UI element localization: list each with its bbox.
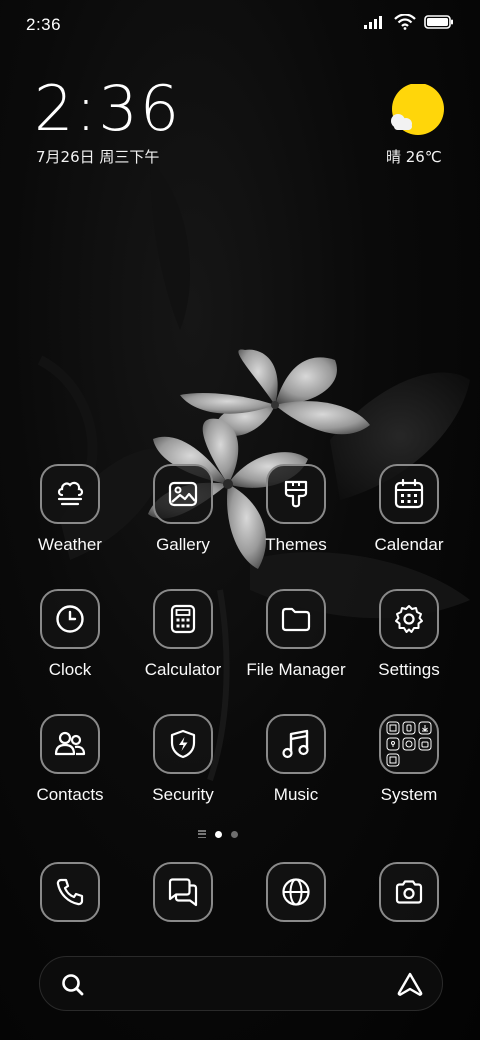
clock-time: 2:36 [34, 72, 182, 145]
dock-phone-button[interactable] [40, 862, 100, 922]
folder-icon [281, 607, 311, 632]
page-dot-2[interactable] [231, 830, 238, 838]
app-weather[interactable]: Weather [14, 464, 126, 555]
dock-messages-button[interactable] [153, 862, 213, 922]
app-label: Contacts [36, 785, 104, 804]
app-label: Gallery [156, 535, 210, 554]
app-icon-frame [266, 714, 326, 774]
app-label: File Manager [246, 660, 346, 679]
app-icon-frame [153, 464, 213, 524]
status-time: 2:36 [26, 15, 62, 34]
app-label: Weather [38, 535, 102, 554]
globe-icon [282, 878, 310, 906]
clock-widget[interactable]: 2:36 7月26日 周三下午 [34, 76, 181, 167]
music-note-icon [282, 729, 309, 759]
calculator-icon [170, 604, 196, 634]
gear-icon [395, 605, 423, 633]
page-indicator[interactable] [198, 830, 238, 838]
app-icon-frame [379, 714, 439, 774]
dock-browser-button[interactable] [266, 862, 326, 922]
paintbrush-icon [284, 480, 308, 508]
app-icon-frame [379, 464, 439, 524]
search-bar[interactable] [39, 956, 443, 1011]
app-security[interactable]: Security [127, 714, 239, 805]
calendar-icon [394, 479, 424, 509]
app-label: Themes [265, 535, 327, 554]
status-bar: 2:36 [0, 0, 480, 52]
app-label: Settings [378, 660, 440, 679]
home-screen: 2:36 2:36 7月26日 周三下午 晴 26℃ Weather Galle… [0, 0, 480, 1040]
app-label: Calculator [144, 660, 222, 679]
clock-icon [56, 605, 84, 633]
page-dot-1[interactable] [215, 830, 222, 838]
app-system[interactable]: System [353, 714, 465, 805]
app-label: Security [152, 785, 214, 804]
folder-grid-icon [386, 721, 432, 767]
page-list-icon[interactable] [198, 830, 206, 838]
app-icon-frame [379, 589, 439, 649]
app-clock[interactable]: Clock [14, 589, 126, 680]
weather-fog-icon [57, 481, 84, 506]
clock-date: 7月26日 周三下午 [36, 148, 160, 166]
messages-icon [168, 878, 198, 907]
app-label: Clock [48, 660, 92, 679]
phone-icon [56, 878, 84, 906]
gallery-icon [168, 481, 198, 507]
weather-text: 晴 26℃ [386, 148, 442, 166]
app-icon-frame [40, 464, 100, 524]
app-label: System [380, 785, 438, 804]
app-file-manager[interactable]: File Manager [240, 589, 352, 680]
sun-cloud-icon[interactable] [356, 84, 446, 140]
app-themes[interactable]: Themes [240, 464, 352, 555]
app-label: Music [273, 785, 319, 804]
app-label: Calendar [374, 535, 444, 554]
app-icon-frame [266, 464, 326, 524]
app-settings[interactable]: Settings [353, 589, 465, 680]
camera-icon [395, 880, 423, 904]
app-icon-frame [40, 589, 100, 649]
app-calculator[interactable]: Calculator [127, 589, 239, 680]
contacts-icon [54, 731, 86, 756]
search-icon[interactable] [60, 972, 86, 998]
wifi-icon [394, 14, 416, 30]
shield-icon [170, 729, 196, 759]
assistant-icon[interactable] [396, 971, 424, 997]
app-icon-frame [40, 714, 100, 774]
dock-camera-button[interactable] [379, 862, 439, 922]
app-icon-frame [153, 589, 213, 649]
battery-icon [424, 15, 453, 29]
status-icons [364, 14, 454, 30]
app-music[interactable]: Music [240, 714, 352, 805]
app-gallery[interactable]: Gallery [127, 464, 239, 555]
app-contacts[interactable]: Contacts [14, 714, 126, 805]
signal-icon [364, 16, 382, 29]
app-calendar[interactable]: Calendar [353, 464, 465, 555]
app-icon-frame [153, 714, 213, 774]
app-icon-frame [266, 589, 326, 649]
